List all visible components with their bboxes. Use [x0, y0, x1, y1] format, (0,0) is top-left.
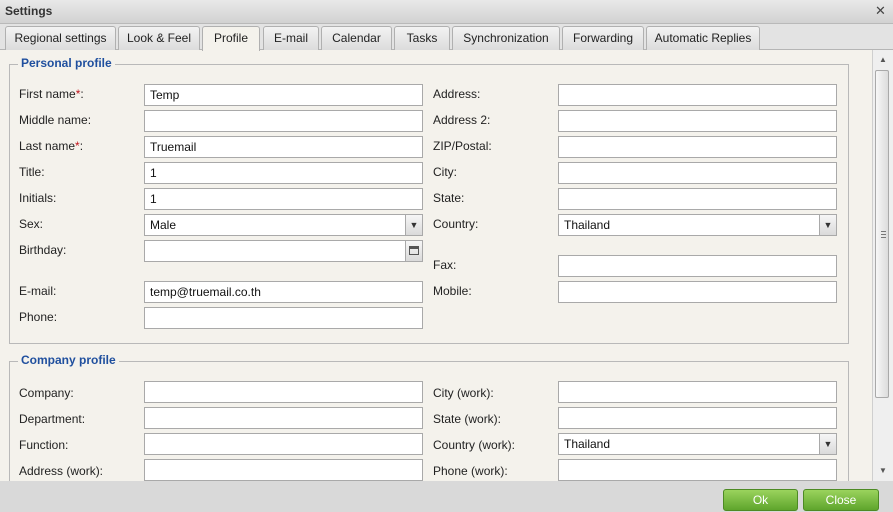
city-work-field[interactable] [558, 381, 837, 403]
phone-work-field[interactable] [558, 459, 837, 481]
address-label: Address: [433, 87, 481, 101]
title-label: Title: [19, 165, 45, 179]
company-profile-legend: Company profile [18, 353, 119, 367]
dialog-title: Settings [5, 4, 53, 18]
sex-label: Sex: [19, 217, 44, 231]
phone-work-label: Phone (work): [433, 464, 508, 478]
email-label: E-mail: [19, 284, 57, 298]
country-work-label: Country (work): [433, 438, 516, 452]
city-label: City: [433, 165, 457, 179]
fax-label: Fax: [433, 258, 457, 272]
email-field[interactable]: temp@truemail.co.th [144, 281, 423, 303]
tab-profile[interactable]: Profile [202, 26, 260, 51]
country-value: Thailand [564, 218, 611, 232]
chevron-down-icon[interactable]: ▼ [819, 215, 836, 235]
first-name-label: First name*: [19, 87, 84, 101]
initials-label: Initials: [19, 191, 57, 205]
dialog-titlebar: Settings ✕ [0, 0, 893, 24]
grip-icon [881, 231, 886, 238]
birthday-field[interactable] [144, 240, 423, 262]
settings-tabs: Regional settings Look & Feel Profile E-… [0, 24, 893, 51]
last-name-field[interactable]: Truemail [144, 136, 423, 158]
personal-profile-legend: Personal profile [18, 56, 115, 70]
address2-field[interactable] [558, 110, 837, 132]
function-field[interactable] [144, 433, 423, 455]
state-work-label: State (work): [433, 412, 502, 426]
address-work-label: Address (work): [19, 464, 104, 478]
chevron-down-icon[interactable]: ▼ [819, 434, 836, 454]
phone-field[interactable] [144, 307, 423, 329]
address-work-field[interactable] [144, 459, 423, 481]
sex-value: Male [150, 218, 177, 232]
city-field[interactable] [558, 162, 837, 184]
city-work-label: City (work): [433, 386, 494, 400]
arrow-down-icon[interactable]: ▼ [876, 464, 890, 478]
initials-field[interactable]: 1 [144, 188, 423, 210]
fax-field[interactable] [558, 255, 837, 277]
zip-label: ZIP/Postal: [433, 139, 492, 153]
mobile-label: Mobile: [433, 284, 472, 298]
tab-calendar[interactable]: Calendar [321, 26, 392, 50]
tab-regional-settings[interactable]: Regional settings [5, 26, 116, 50]
middle-name-label: Middle name: [19, 113, 92, 127]
title-field[interactable]: 1 [144, 162, 423, 184]
address2-label: Address 2: [433, 113, 491, 127]
birthday-label: Birthday: [19, 243, 67, 257]
state-label: State: [433, 191, 465, 205]
personal-profile-section: Personal profile First name*: Temp Middl… [9, 56, 849, 344]
tab-synchronization[interactable]: Synchronization [452, 26, 560, 50]
company-label: Company: [19, 386, 74, 400]
state-field[interactable] [558, 188, 837, 210]
close-button[interactable]: Close [803, 489, 879, 511]
last-name-label: Last name*: [19, 139, 84, 153]
phone-label: Phone: [19, 310, 58, 324]
department-field[interactable] [144, 407, 423, 429]
dialog-footer: Ok Close [0, 481, 893, 512]
company-profile-section: Company profile Company: Department: Fun… [9, 353, 849, 481]
arrow-up-icon[interactable]: ▲ [876, 53, 890, 67]
close-icon[interactable]: ✕ [872, 3, 889, 19]
first-name-field[interactable]: Temp [144, 84, 423, 106]
country-work-value: Thailand [564, 437, 611, 451]
mobile-field[interactable] [558, 281, 837, 303]
tab-email[interactable]: E-mail [263, 26, 319, 50]
department-label: Department: [19, 412, 86, 426]
middle-name-field[interactable] [144, 110, 423, 132]
company-field[interactable] [144, 381, 423, 403]
ok-button[interactable]: Ok [723, 489, 798, 511]
scrollbar-thumb[interactable] [875, 70, 889, 398]
tab-look-and-feel[interactable]: Look & Feel [118, 26, 200, 50]
tab-tasks[interactable]: Tasks [394, 26, 450, 50]
profile-panel: Personal profile First name*: Temp Middl… [0, 50, 872, 481]
chevron-down-icon[interactable]: ▼ [405, 215, 422, 235]
country-label: Country: [433, 217, 479, 231]
country-select[interactable]: Thailand ▼ [558, 214, 837, 236]
state-work-field[interactable] [558, 407, 837, 429]
function-label: Function: [19, 438, 69, 452]
address-field[interactable] [558, 84, 837, 106]
zip-field[interactable] [558, 136, 837, 158]
vertical-scrollbar[interactable]: ▲ ▼ [872, 50, 893, 481]
calendar-icon[interactable] [405, 241, 422, 261]
country-work-select[interactable]: Thailand ▼ [558, 433, 837, 455]
sex-select[interactable]: Male ▼ [144, 214, 423, 236]
tab-forwarding[interactable]: Forwarding [562, 26, 644, 50]
tab-automatic-replies[interactable]: Automatic Replies [646, 26, 760, 50]
